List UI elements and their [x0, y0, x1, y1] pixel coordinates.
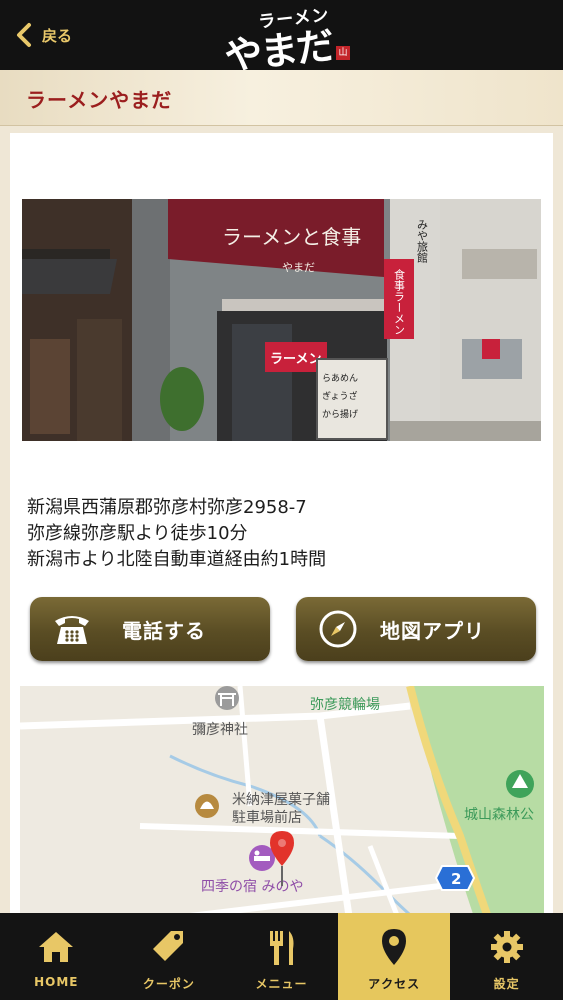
tab-coupon[interactable]: クーポン: [113, 913, 226, 1000]
embedded-map[interactable]: 彌彦神社 弥彦競輪場 米納津屋菓子舗 駐車場前店 城山森林公 四季の宿 みのや: [20, 686, 544, 923]
map-label-velodrome: 弥彦競輪場: [310, 696, 380, 713]
gear-icon: [487, 927, 527, 967]
open-map-app-button[interactable]: 地図アプリ: [296, 597, 536, 661]
coupon-tag-icon: [149, 927, 189, 967]
access-train-line: 弥彦線弥彦駅より徒歩10分: [27, 523, 248, 544]
tab-label: HOME: [34, 975, 79, 989]
call-button[interactable]: 電話する: [30, 597, 270, 661]
vertical-sign: 食事ラーメン: [393, 268, 406, 335]
chevron-left-icon: [17, 23, 31, 47]
address-line: 新潟県西蒲原郡弥彦村弥彦2958-7: [27, 497, 307, 518]
logo-stamp: 山: [336, 46, 350, 60]
back-button[interactable]: 戻る: [14, 20, 72, 50]
app-header: 戻る ラーメン やまだ 山: [0, 0, 563, 79]
home-icon: [36, 927, 76, 967]
back-label: 戻る: [42, 26, 73, 45]
map-label-inn: 四季の宿 みのや: [201, 878, 303, 895]
compass-icon: [316, 607, 360, 651]
cutlery-icon: [261, 927, 301, 967]
call-button-label: 電話する: [122, 618, 206, 643]
address-block: 新潟県西蒲原郡弥彦村弥彦2958-7 弥彦線弥彦駅より徒歩10分 新潟市より北陸…: [27, 495, 537, 573]
page-title-bar: ラーメンやまだ: [0, 70, 563, 126]
flag-text: ラーメン: [270, 352, 321, 367]
tab-home[interactable]: HOME: [0, 913, 113, 1000]
telephone-icon: [50, 607, 94, 651]
map-pin-icon: [374, 927, 414, 967]
map-label-shrine: 彌彦神社: [192, 722, 248, 738]
tab-label: メニュー: [255, 977, 308, 991]
map-label-parking-line1: 米納津屋菓子舗: [232, 792, 330, 808]
tab-settings[interactable]: 設定: [450, 913, 563, 1000]
app-logo: ラーメン やまだ 山: [220, 4, 350, 79]
access-car-line: 新潟市より北陸自動車道経由約1時間: [27, 549, 327, 570]
tab-label: クーポン: [142, 977, 195, 991]
menu-board-line: から揚げ: [322, 408, 358, 420]
bottom-tab-bar: HOME クーポン メニュー アクセス 設定: [0, 913, 563, 1000]
map-label-forest: 城山森林公: [464, 807, 534, 823]
map-route-badge: 2: [451, 870, 461, 888]
tab-access[interactable]: アクセス: [337, 913, 451, 1000]
page-title: ラーメンやまだ: [26, 88, 173, 112]
menu-board-line: らあめん: [322, 373, 358, 384]
tab-label: 設定: [493, 977, 520, 991]
inn-sign: みや旅館: [416, 219, 429, 264]
awning-text: ラーメンと食事: [222, 225, 361, 249]
tab-label: アクセス: [368, 977, 421, 991]
map-label-parking-line2: 駐車場前店: [232, 809, 302, 826]
tab-menu[interactable]: メニュー: [225, 913, 338, 1000]
menu-board-line: ぎょうざ: [322, 390, 358, 402]
content-card: ラーメンと食事 やまだ ラーメン らあめん ぎょうざ から揚げ みや旅館 食事ラ…: [10, 133, 553, 923]
storefront-photo: ラーメンと食事 やまだ ラーメン らあめん ぎょうざ から揚げ みや旅館 食事ラ…: [22, 199, 541, 441]
open-map-app-label: 地図アプリ: [380, 618, 485, 643]
awning-subtext: やまだ: [282, 261, 315, 274]
